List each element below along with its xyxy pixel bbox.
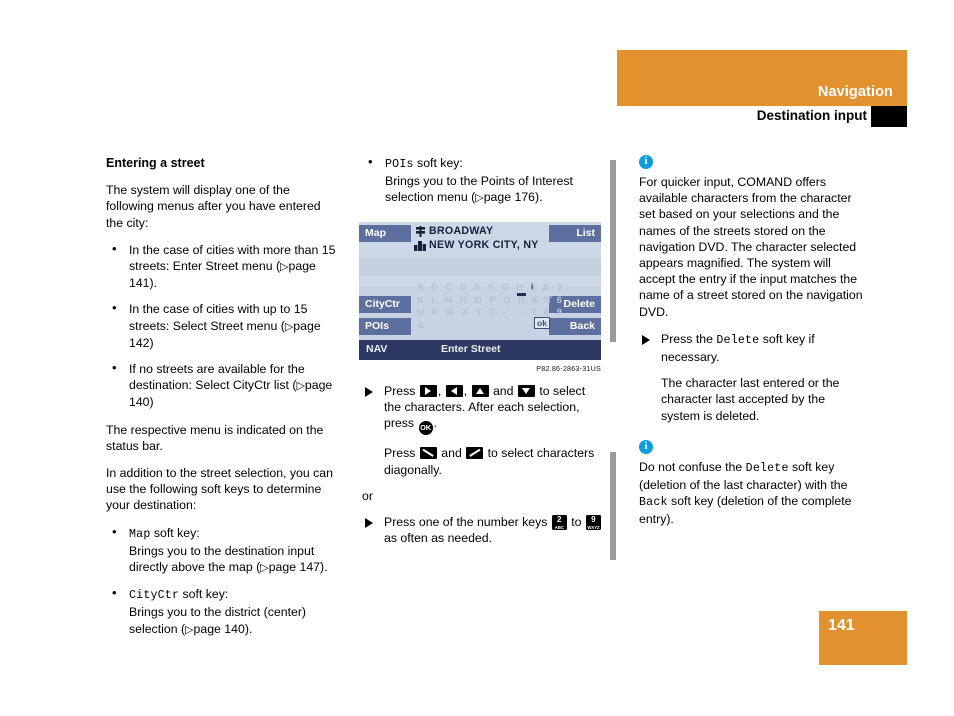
page-ref-triangle-icon: ▷ [475, 192, 484, 205]
status-bar-paragraph: The respective menu is indicated on the … [106, 422, 324, 453]
list-item: In the case of cities with more than 15 … [106, 241, 338, 292]
city-buildings-icon [414, 241, 426, 251]
info-note-two-text: Do not confuse the Delete soft key (dele… [639, 459, 852, 527]
figure-caption: P82.86-2863-31US [536, 364, 601, 373]
hyphen-separator-icon [517, 293, 526, 296]
charmap-row[interactable]: A B C D E F G H I J [417, 282, 549, 293]
softkey-name-pois: POIs [385, 158, 414, 171]
softkeys-intro-paragraph: In addition to the street selection, you… [106, 466, 333, 513]
diagonal-ne-key-icon [466, 447, 484, 460]
step-diagonal-characters: Press and to select characters diagonall… [384, 446, 595, 477]
list-item: Map soft key: Brings you to the destinat… [106, 524, 338, 577]
status-menu-title: Enter Street [441, 343, 501, 355]
menu-cases-list: In the case of cities with more than 15 … [106, 241, 338, 411]
column-two-steps: Press , , and to select the characters. … [362, 383, 602, 556]
street-sign-icon [416, 226, 425, 237]
section-title: Destination input [756, 108, 867, 123]
info-note-one: i For quicker input, COMAND offers avail… [639, 155, 867, 320]
page-ref-triangle-icon: ▷ [185, 623, 194, 636]
list-item: POIs soft key: Brings you to the Points … [362, 154, 602, 207]
page-ref-triangle-icon: ▷ [280, 261, 289, 274]
info-icon: i [639, 155, 653, 169]
list-item: If no streets are available for the dest… [106, 360, 338, 411]
arrow-right-key-icon [419, 385, 437, 397]
step-number-keys: Press one of the number keys 2 ABC to 9 WX… [362, 514, 602, 546]
page-ref-triangle-icon: ▷ [260, 562, 269, 575]
diagonal-nw-key-icon [419, 447, 437, 460]
screen-softkey-map[interactable]: Map [359, 225, 411, 242]
arrow-up-key-icon [471, 385, 489, 397]
arrow-left-key-icon [445, 385, 463, 397]
column-two: POIs soft key: Brings you to the Points … [362, 154, 602, 218]
column-one: Entering a street The system will displa… [106, 155, 338, 649]
intro-paragraph: The system will display one of the follo… [106, 183, 321, 230]
or-separator: or [362, 488, 373, 503]
screen-softkey-pois[interactable]: POIs [359, 318, 411, 335]
numbermap-row[interactable]: 1 2 3 [531, 282, 564, 293]
info-icon: i [639, 439, 653, 454]
softkey-name-map: Map [129, 527, 151, 541]
page-ref-triangle-icon: ▷ [296, 380, 305, 393]
number-key-9-icon: 9 WXYZ [585, 515, 601, 531]
note-sidebar-marker-two [610, 452, 616, 560]
chapter-title: Navigation [817, 84, 893, 100]
status-mode-label: NAV [366, 343, 388, 355]
entry-street-value: BROADWAY [429, 225, 494, 237]
step-press-delete: Press the Delete soft key if necessary. [639, 331, 867, 365]
entry-city-value: NEW YORK CITY, NY [429, 239, 539, 251]
comand-screen: BROADWAY NEW YORK CITY, NY Map CityCtr P… [359, 222, 601, 360]
note-sidebar-marker-one [610, 160, 616, 342]
softkey-name-cityctr: CityCtr [129, 589, 180, 603]
step-delete-result: The character last entered or the charac… [661, 376, 840, 423]
charmap-row[interactable]: & [417, 320, 426, 331]
page-number-box: 141 [819, 611, 907, 665]
screen-softkey-cityctr[interactable]: CityCtr [359, 296, 411, 313]
section-tab-marker [871, 106, 907, 127]
chapter-header-banner: Navigation [617, 50, 907, 106]
softkey-name-delete: Delete [745, 461, 789, 475]
list-item: CityCtr soft key: Brings you to the dist… [106, 585, 338, 638]
numbermap-row[interactable]: 4 5 6 [531, 295, 564, 306]
ok-key-icon: OK [418, 421, 433, 436]
softkey-name-delete: Delete [716, 333, 760, 347]
info-note-one-text: For quicker input, COMAND offers availab… [639, 175, 863, 319]
softkey-list-pois: POIs soft key: Brings you to the Points … [362, 154, 602, 207]
number-key-2-icon: 2 ABC [551, 515, 567, 531]
info-note-two: i Do not confuse the Delete soft key (de… [639, 439, 867, 528]
column-three: i For quicker input, COMAND offers avail… [639, 155, 867, 539]
charmap-row[interactable]: U V W X Y Z - ` . , [417, 307, 539, 318]
softkey-name-back: Back [639, 496, 668, 510]
page-title: Entering a street [106, 156, 205, 170]
manual-page: Navigation Destination input Entering a … [0, 0, 954, 716]
screen-mid-band [359, 258, 601, 276]
screen-softkey-list[interactable]: List [549, 225, 601, 242]
softkey-list: Map soft key: Brings you to the destinat… [106, 524, 338, 638]
screen-ok-button[interactable]: ok [534, 317, 550, 329]
arrow-down-key-icon [517, 385, 535, 397]
list-item: In the case of cities with up to 15 stre… [106, 300, 338, 351]
section-header-row: Destination input [617, 106, 907, 128]
comand-screen-figure: BROADWAY NEW YORK CITY, NY Map CityCtr P… [359, 222, 601, 373]
page-number: 141 [828, 617, 855, 634]
step-select-characters: Press , , and to select the characters. … [362, 383, 602, 436]
screen-status-bar: NAV Enter Street [359, 340, 601, 360]
